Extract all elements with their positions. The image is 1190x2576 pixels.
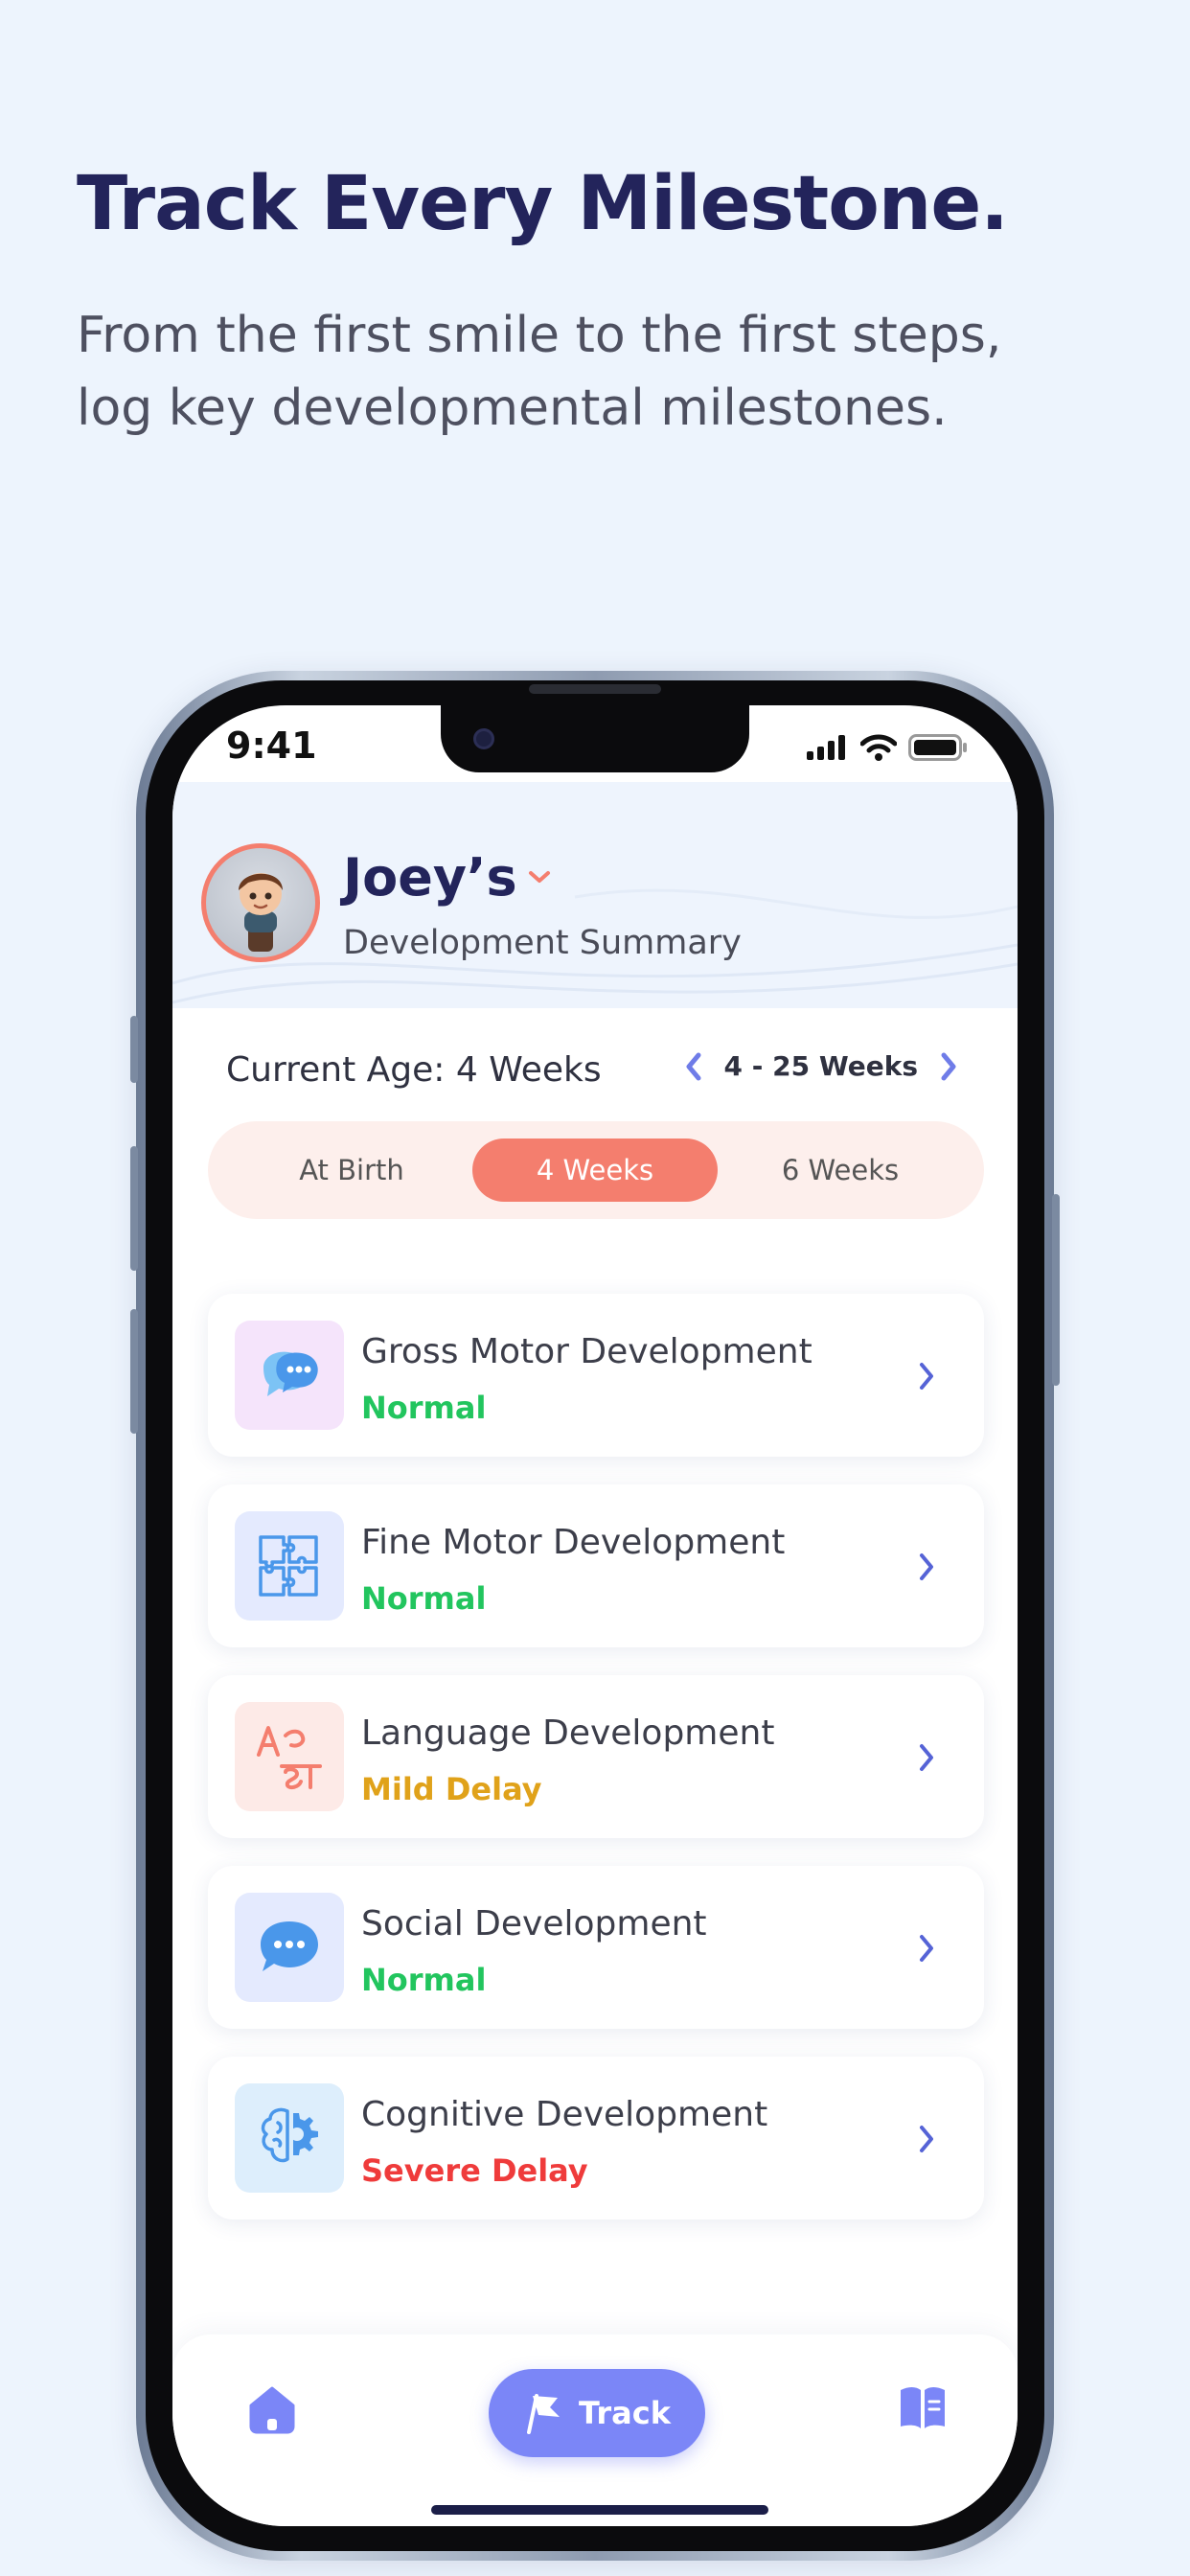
translate-icon: [257, 1726, 322, 1790]
category-title: Fine Motor Development: [361, 1523, 786, 1562]
notch: [441, 705, 749, 772]
category-card-gross-motor[interactable]: Gross Motor Development Normal: [208, 1294, 984, 1457]
puzzle-icon: [259, 1535, 318, 1597]
status-icons: [807, 734, 968, 761]
chevron-right-icon: [920, 1553, 933, 1580]
chevron-right-icon: [920, 2126, 933, 2152]
category-title: Social Development: [361, 1904, 707, 1944]
age-range-selector: 4 - 25 Weeks: [684, 1050, 958, 1082]
category-title: Gross Motor Development: [361, 1332, 812, 1371]
phone-side-button: [130, 1146, 138, 1271]
book-icon[interactable]: [897, 2384, 949, 2430]
category-card-fine-motor[interactable]: Fine Motor Development Normal: [208, 1484, 984, 1647]
child-avatar[interactable]: [201, 843, 320, 962]
chat-icon: [261, 1921, 318, 1971]
chevron-left-icon[interactable]: [684, 1051, 703, 1082]
category-icon-box: [235, 1321, 344, 1430]
battery-icon: [908, 734, 967, 761]
app-screen: 9:41 Joey’s Development Summary Current …: [172, 705, 1018, 2526]
tab-4-weeks[interactable]: 4 Weeks: [472, 1138, 718, 1202]
current-age-label: Current Age: 4 Weeks: [226, 1050, 602, 1090]
home-icon[interactable]: [245, 2384, 299, 2434]
chat-bubbles-icon: [263, 1351, 318, 1396]
category-title: Cognitive Development: [361, 2095, 768, 2134]
category-title: Language Development: [361, 1714, 775, 1753]
category-status: Normal: [361, 1580, 487, 1617]
category-card-cognitive[interactable]: Cognitive Development Severe Delay: [208, 2057, 984, 2220]
flag-icon: [527, 2394, 561, 2434]
bottom-nav: Track: [172, 2334, 1018, 2526]
category-icon-box: [235, 1702, 344, 1811]
phone-side-button: [1052, 1194, 1060, 1386]
tab-at-birth[interactable]: At Birth: [256, 1138, 447, 1202]
phone-speaker: [529, 684, 661, 694]
brain-gear-icon: [261, 2107, 318, 2163]
category-icon-box: [235, 2083, 344, 2193]
category-status: Normal: [361, 1962, 487, 1998]
tab-6-weeks[interactable]: 6 Weeks: [744, 1138, 936, 1202]
category-card-social[interactable]: Social Development Normal: [208, 1866, 984, 2029]
phone-side-button: [130, 1016, 138, 1083]
front-camera: [473, 728, 494, 749]
summary-subtitle: Development Summary: [343, 924, 742, 962]
category-status: Normal: [361, 1390, 487, 1426]
category-icon-box: [235, 1893, 344, 2002]
child-name[interactable]: Joey’s: [343, 847, 517, 908]
category-status: Severe Delay: [361, 2152, 588, 2189]
age-range-label: 4 - 25 Weeks: [723, 1050, 918, 1082]
category-status: Mild Delay: [361, 1771, 542, 1807]
track-button[interactable]: Track: [489, 2369, 705, 2457]
home-indicator: [431, 2505, 768, 2515]
child-illustration-icon: [239, 873, 283, 952]
phone-side-button: [130, 1309, 138, 1434]
signal-icon: [807, 735, 845, 760]
chevron-right-icon: [920, 1935, 933, 1962]
promo-subline: From the first smile to the first steps,…: [77, 307, 1002, 437]
track-button-label: Track: [579, 2395, 671, 2431]
wifi-icon: [860, 734, 897, 761]
category-icon-box: [235, 1511, 344, 1621]
promo-headline: Track Every Milestone.: [77, 161, 1009, 247]
chevron-right-icon: [920, 1363, 933, 1390]
chevron-down-icon[interactable]: [527, 868, 552, 886]
age-tabs: At Birth 4 Weeks 6 Weeks: [208, 1121, 984, 1219]
category-card-language[interactable]: Language Development Mild Delay: [208, 1675, 984, 1838]
status-time: 9:41: [226, 724, 317, 767]
chevron-right-icon[interactable]: [939, 1051, 958, 1082]
chevron-right-icon: [920, 1744, 933, 1771]
